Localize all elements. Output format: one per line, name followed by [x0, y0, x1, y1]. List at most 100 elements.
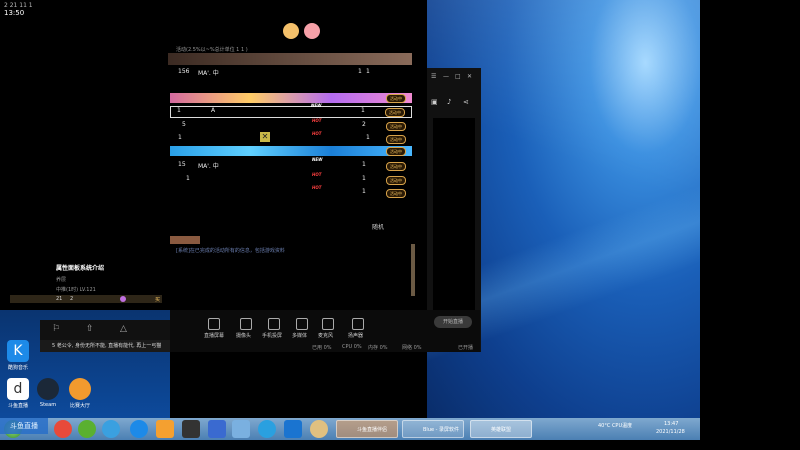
bird-icon[interactable]: [208, 420, 226, 438]
banner-row-1[interactable]: 活动中: [170, 93, 412, 103]
desktop-icon-steam[interactable]: Steam: [30, 378, 66, 408]
row-status-button[interactable]: 活动中: [386, 189, 406, 198]
table-row[interactable]: 5 HOT 2 活动中: [172, 118, 412, 131]
table-row[interactable]: 1 ✕ HOT 1 活动中: [172, 131, 412, 144]
clock-time[interactable]: 13:47: [664, 421, 678, 427]
row-score: 1: [362, 175, 366, 182]
row-score: 1: [362, 188, 366, 195]
avatar-1[interactable]: [283, 23, 299, 39]
multimedia-button[interactable]: 多媒体: [292, 332, 307, 339]
table-row[interactable]: 1 HOT 1 活动中: [172, 172, 412, 185]
tray-temp: 40°C CPU温度: [598, 423, 633, 429]
screen-border: [700, 0, 800, 450]
start-stream-button[interactable]: 开始直播: [434, 316, 472, 328]
bar-value-2: 2: [70, 296, 74, 302]
gift-icon[interactable]: ▣: [431, 98, 438, 106]
speaker-button[interactable]: 扬声器: [348, 332, 363, 339]
gem-icon: [120, 296, 126, 302]
mic-icon: [322, 318, 334, 330]
maximize-icon[interactable]: □: [455, 73, 461, 80]
random-button[interactable]: 随机: [372, 222, 384, 231]
game-taskbar-icon[interactable]: [182, 420, 200, 438]
row-status-button[interactable]: 活动中: [386, 122, 406, 131]
taskbar-app-douyu[interactable]: 斗鱼直播伴侣: [336, 420, 398, 438]
status-date: 2 21 11 1: [4, 2, 33, 9]
buy-button[interactable]: 买: [155, 296, 160, 303]
app-icon-1[interactable]: [78, 420, 96, 438]
match-icon: [69, 378, 91, 400]
bar-value-1: 21: [56, 296, 63, 302]
row-status-button[interactable]: 活动中: [386, 162, 406, 171]
share-icon[interactable]: ⋖: [463, 98, 469, 106]
row-status-button[interactable]: 活动中: [386, 135, 406, 144]
row-rank: 15: [178, 161, 186, 168]
close-x-icon[interactable]: ✕: [260, 132, 270, 142]
new-tag: NEW: [311, 103, 322, 108]
app-icon-3[interactable]: [156, 420, 174, 438]
upload-icon[interactable]: ⇧: [86, 324, 94, 334]
scrollbar[interactable]: [411, 244, 415, 296]
taskbar: 斗鱼直播伴侣 Blue - 录屏软件 英雄联盟 40°C CPU温度 13:47…: [0, 418, 700, 440]
menu-icon[interactable]: ☰: [431, 73, 436, 80]
row-score: 1: [366, 134, 370, 141]
table-row[interactable]: 15 MA'. 中 NEW 1 活动中: [172, 157, 412, 171]
screen-icon: [208, 318, 220, 330]
kugou-icon: K: [7, 340, 29, 362]
status-time: 13:50: [4, 9, 25, 17]
link-icon[interactable]: [232, 420, 250, 438]
panel-subtitle: 养层: [56, 277, 67, 283]
close-icon[interactable]: ✕: [467, 73, 472, 80]
panel-line: 中推(1时) LV.121: [56, 287, 96, 293]
row-rank: 1: [177, 107, 181, 114]
row-rank: 5: [182, 121, 186, 128]
row-status-button[interactable]: 活动中: [385, 108, 405, 117]
live-status: 已开播: [458, 345, 474, 351]
chart-icon[interactable]: ⚐: [52, 324, 60, 334]
ie-icon[interactable]: [258, 420, 276, 438]
screen-share-button[interactable]: 直播屏幕: [204, 332, 224, 339]
col1-label: 1: [358, 68, 362, 75]
table-row[interactable]: HOT 1 活动中: [172, 185, 412, 198]
clock-date: 2021/11/28: [656, 429, 685, 435]
room-header-row[interactable]: 156 MA'. 中 1 1: [172, 68, 412, 77]
panel-bar: 21 2 买: [10, 295, 162, 303]
chat-tab[interactable]: [170, 236, 200, 244]
col2-label: 1: [366, 68, 370, 75]
stream-overlay-logo: 斗鱼直播: [0, 418, 48, 434]
media-icon: [296, 318, 308, 330]
speaker-icon: [352, 318, 364, 330]
left-toolbar: ⚐ ⇧ △: [40, 320, 170, 340]
row-score: 2: [362, 121, 366, 128]
row-score: 1: [361, 107, 365, 114]
phone-cast-button[interactable]: 手机投屏: [262, 332, 282, 339]
desktop-icon-label: Steam: [39, 402, 57, 408]
arrow-icon[interactable]: [284, 420, 302, 438]
qq-icon[interactable]: [310, 420, 328, 438]
bell-icon[interactable]: ♪: [447, 98, 451, 106]
desktop-icon-label: 比赛大厅: [69, 403, 90, 409]
banner2-status-button[interactable]: 活动中: [386, 147, 406, 156]
avatar-2[interactable]: [304, 23, 320, 39]
row-name: MA'. 中: [198, 163, 219, 170]
banner-row-2[interactable]: 活动中: [170, 146, 412, 156]
row-rank: 1: [186, 175, 190, 182]
kugou-taskbar-icon[interactable]: [130, 420, 148, 438]
pyramid-icon[interactable]: △: [120, 324, 127, 334]
name-label: MA'. 中: [198, 70, 219, 77]
system-notice: [系统]在已完成的活动所有的信息，包括游戏资料: [176, 248, 285, 254]
stream-toolbar: 直播屏幕 摄像头 手机投屏 多媒体 麦克风 扬声器 开始直播 已用 0% CPU…: [170, 310, 480, 352]
taskbar-app-blue[interactable]: Blue - 录屏软件: [402, 420, 464, 438]
activity-title: 活动(2.5%以~%总计单位 1 1 ): [176, 47, 248, 53]
app-icon-2[interactable]: [102, 420, 120, 438]
microphone-button[interactable]: 麦克风: [318, 332, 333, 339]
desktop-icon-match[interactable]: 比赛大厅: [62, 378, 98, 409]
banner1-status-button[interactable]: 活动中: [386, 94, 406, 103]
row-status-button[interactable]: 活动中: [386, 176, 406, 185]
camera-button[interactable]: 摄像头: [236, 332, 251, 339]
taskbar-app-lol[interactable]: 英雄联盟: [470, 420, 532, 438]
desktop-icon-kugou[interactable]: K 酷狗音乐: [0, 340, 36, 371]
network-status: 网络 0%: [402, 345, 422, 351]
minimize-icon[interactable]: —: [443, 73, 449, 80]
table-row[interactable]: 1 A NEW 1 活动中: [170, 103, 412, 118]
chrome-icon[interactable]: [54, 420, 72, 438]
